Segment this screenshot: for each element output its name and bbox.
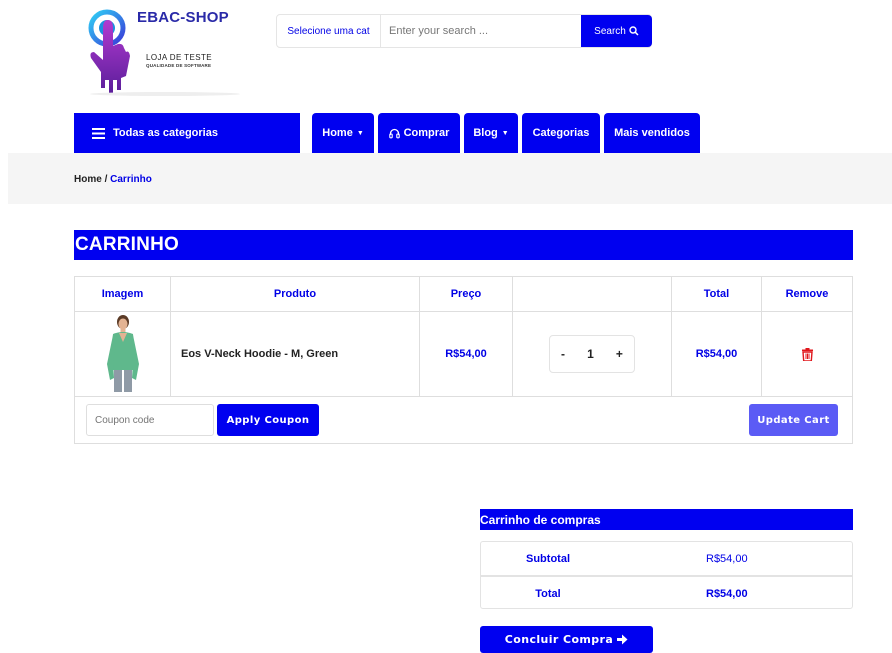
breadcrumb-separator: /	[101, 174, 111, 185]
nav-comprar[interactable]: Comprar	[378, 113, 460, 153]
quantity-stepper: - 1 +	[549, 335, 635, 373]
caret-down-icon: ▼	[356, 129, 364, 137]
nav-blog-label: Blog	[473, 127, 498, 139]
caret-down-icon: ▼	[501, 129, 509, 137]
subtotal-label: Subtotal	[526, 552, 570, 565]
apply-coupon-button[interactable]: Apply Coupon	[217, 404, 319, 436]
subtotal-row: Subtotal R$54,00	[481, 542, 852, 575]
nav-categorias-label: Categorias	[532, 127, 590, 139]
cart-heading: CARRINHO	[74, 230, 853, 260]
search-button-label: Search	[594, 25, 626, 37]
coupon-code-input[interactable]	[86, 404, 214, 436]
column-header-price: Preço	[420, 277, 513, 311]
search-input[interactable]	[383, 15, 579, 47]
cart-table: Imagem Produto Preço Total Remove Eos V-…	[74, 276, 853, 444]
nav-home[interactable]: Home ▼	[312, 113, 374, 153]
cart-totals-heading: Carrinho de compras	[480, 509, 853, 530]
search-icon	[629, 26, 639, 36]
nav-comprar-label: Comprar	[403, 127, 450, 139]
line-total: R$54,00	[672, 312, 762, 396]
brand-subtitle: LOJA DE TESTE	[146, 53, 212, 62]
brand-name: EBAC-SHOP	[137, 9, 229, 26]
quantity-cell: - 1 +	[513, 312, 672, 396]
arrow-right-icon	[617, 634, 628, 645]
trash-icon[interactable]	[801, 347, 813, 361]
search-button[interactable]: Search	[581, 15, 652, 47]
cart-totals-table: Subtotal R$54,00 Total R$54,00	[480, 541, 853, 609]
column-header-quantity	[513, 277, 672, 311]
column-header-remove: Remove	[785, 288, 829, 300]
column-header-product: Produto	[171, 277, 420, 311]
breadcrumb-home-link[interactable]: Home	[74, 174, 102, 185]
quantity-value[interactable]: 1	[587, 347, 594, 361]
all-categories-button[interactable]: Todas as categorias	[74, 113, 300, 153]
all-categories-label: Todas as categorias	[113, 127, 218, 139]
product-image-cell	[75, 312, 171, 396]
update-cart-button[interactable]: Update Cart	[749, 404, 838, 436]
search-bar: Selecione uma cat Search	[276, 14, 652, 48]
divider	[75, 396, 852, 397]
main-nav: Home ▼ Comprar Blog ▼ Categorias Mais ve…	[312, 113, 700, 153]
total-label: Total	[535, 587, 561, 600]
breadcrumb-current: Carrinho	[110, 174, 152, 185]
nav-mais-vendidos[interactable]: Mais vendidos	[604, 113, 700, 153]
nav-categorias[interactable]: Categorias	[522, 113, 600, 153]
search-category-select[interactable]: Selecione uma cat	[277, 15, 381, 47]
product-price: R$54,00	[420, 312, 513, 396]
checkout-label: Concluir Compra	[504, 633, 614, 646]
quantity-decrease-button[interactable]: -	[561, 347, 565, 361]
breadcrumb: Home / Carrinho	[74, 174, 152, 185]
hamburger-menu-icon	[92, 127, 105, 139]
product-thumbnail[interactable]	[102, 314, 144, 394]
total-row: Total R$54,00	[481, 577, 852, 610]
quantity-increase-button[interactable]: +	[616, 347, 623, 361]
nav-mais-vendidos-label: Mais vendidos	[614, 127, 690, 139]
nav-home-label: Home	[322, 127, 353, 139]
column-header-image: Imagem	[75, 277, 171, 311]
subtotal-value: R$54,00	[706, 552, 748, 565]
total-value: R$54,00	[706, 587, 748, 600]
nav-blog[interactable]: Blog ▼	[464, 113, 518, 153]
checkout-button[interactable]: Concluir Compra	[480, 626, 653, 653]
remove-cell	[762, 312, 852, 396]
product-name[interactable]: Eos V-Neck Hoodie - M, Green	[171, 312, 420, 396]
headphones-icon	[388, 128, 400, 138]
column-header-total: Total	[672, 277, 762, 311]
brand-tagline: QUALIDADE DE SOFTWARE	[146, 63, 212, 68]
